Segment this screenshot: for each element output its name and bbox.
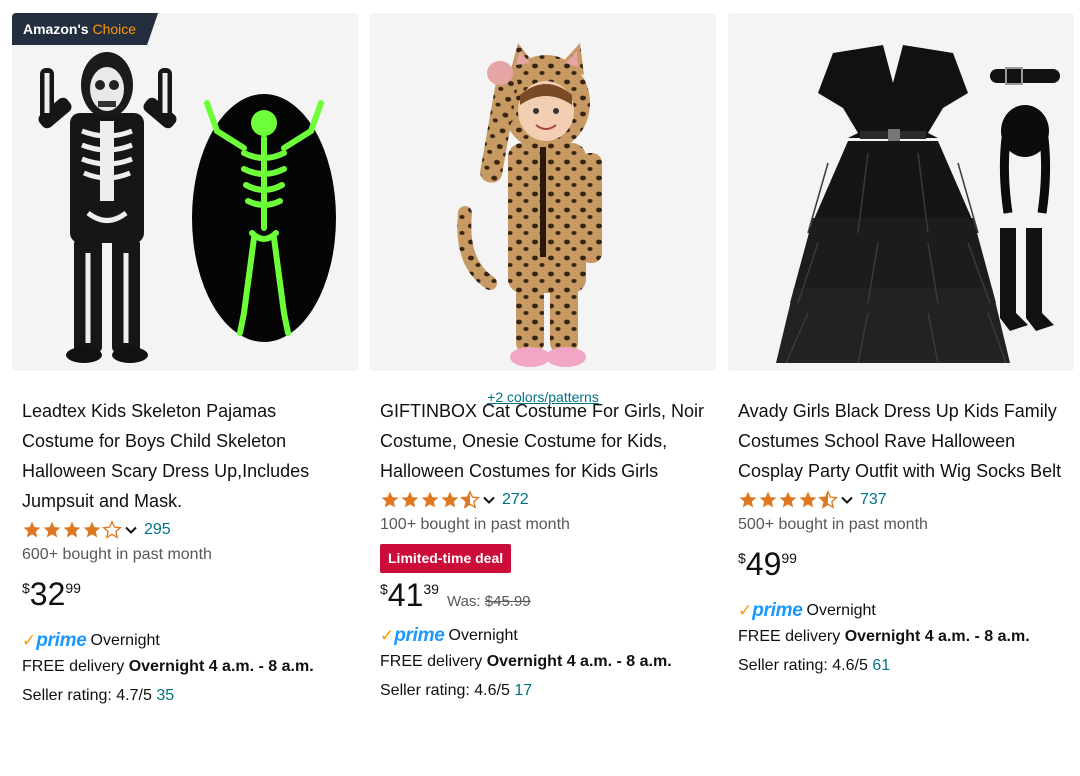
star-half-icon — [818, 490, 838, 509]
prime-check-icon: ✓ — [738, 601, 753, 620]
seller-rating: Seller rating: 4.6/5 17 — [380, 680, 708, 702]
chevron-down-icon[interactable] — [482, 493, 496, 507]
seller-rating-count[interactable]: 35 — [156, 687, 174, 704]
chevron-down-icon[interactable] — [124, 523, 138, 537]
amazons-choice-badge: Amazon's Choice — [12, 13, 158, 45]
prime-check-icon: ✓ — [22, 631, 37, 650]
star-half-icon — [460, 490, 480, 509]
star-rating[interactable] — [380, 490, 480, 510]
prime-logo: ✓ prime — [738, 600, 803, 622]
was-value: $45.99 — [484, 593, 531, 610]
star-full-icon — [43, 521, 61, 538]
price[interactable]: $ 41 39 Was: $45.99 — [380, 579, 708, 619]
delivery-window: Overnight 4 a.m. - 8 a.m. — [128, 658, 314, 675]
star-full-icon — [421, 491, 439, 508]
leopard-costume-image — [370, 13, 716, 371]
price-symbol: $ — [380, 581, 388, 597]
star-full-icon — [23, 521, 41, 538]
seller-rating: Seller rating: 4.7/5 35 — [22, 685, 350, 707]
seller-rating-count[interactable]: 61 — [872, 657, 890, 674]
star-rating[interactable] — [22, 520, 122, 540]
delivery-window: Overnight 4 a.m. - 8 a.m. — [486, 653, 672, 670]
price-whole: 49 — [745, 546, 782, 582]
star-full-icon — [441, 491, 459, 508]
prime-wordmark: prime — [752, 600, 803, 621]
product-title[interactable]: Leadtex Kids Skeleton Pajamas Costume fo… — [22, 396, 350, 516]
star-full-icon — [401, 491, 419, 508]
black-dress-costume-image — [728, 13, 1074, 371]
bought-in-past-month: 100+ bought in past month — [380, 516, 570, 533]
prime-speed: Overnight — [90, 632, 160, 649]
product-title[interactable]: Avady Girls Black Dress Up Kids Family C… — [738, 396, 1066, 486]
chevron-down-icon[interactable] — [840, 493, 854, 507]
seller-rating: Seller rating: 4.6/5 61 — [738, 655, 1066, 677]
delivery-info: FREE delivery Overnight 4 a.m. - 8 a.m. — [738, 626, 1066, 648]
product-card: +2 colors/patterns GIFTINBOX Cat Costume… — [370, 13, 716, 776]
rating-count-link[interactable]: 272 — [502, 491, 529, 509]
rating-row[interactable]: 272 — [380, 488, 708, 512]
star-full-icon — [381, 491, 399, 508]
seller-rating-label: Seller rating: 4.7/5 — [22, 687, 152, 704]
star-full-icon — [83, 521, 101, 538]
delivery-info: FREE delivery Overnight 4 a.m. - 8 a.m. — [380, 651, 708, 673]
seller-rating-label: Seller rating: 4.6/5 — [380, 682, 510, 699]
price-fraction: 39 — [423, 581, 439, 597]
price-symbol: $ — [22, 580, 30, 596]
delivery-prefix: FREE delivery — [22, 658, 125, 675]
bought-in-past-month: 500+ bought in past month — [738, 516, 928, 533]
list-price: Was: $45.99 — [447, 593, 531, 610]
prime-logo: ✓ prime — [22, 630, 87, 652]
product-image[interactable] — [370, 13, 716, 371]
limited-time-deal-badge: Limited-time deal — [380, 544, 512, 573]
seller-rating-label: Seller rating: 4.6/5 — [738, 657, 868, 674]
price-fraction: 99 — [65, 580, 81, 596]
prime-speed: Overnight — [806, 602, 876, 619]
seller-rating-count[interactable]: 17 — [514, 682, 532, 699]
star-full-icon — [759, 491, 777, 508]
delivery-prefix: FREE delivery — [738, 628, 841, 645]
price-whole: 32 — [29, 576, 66, 612]
prime-logo: ✓ prime — [380, 625, 445, 647]
bought-in-past-month: 600+ bought in past month — [22, 546, 212, 563]
star-full-icon — [63, 521, 81, 538]
prime-row: ✓ prime Overnight — [738, 600, 1066, 622]
star-full-icon — [739, 491, 757, 508]
delivery-window: Overnight 4 a.m. - 8 a.m. — [844, 628, 1030, 645]
prime-row: ✓ prime Overnight — [22, 630, 350, 652]
price-symbol: $ — [738, 550, 746, 566]
delivery-prefix: FREE delivery — [380, 653, 483, 670]
skeleton-costume-image — [12, 13, 358, 371]
product-image[interactable]: Amazon's Choice — [12, 13, 358, 371]
product-image[interactable] — [728, 13, 1074, 371]
delivery-info: FREE delivery Overnight 4 a.m. - 8 a.m. — [22, 656, 350, 678]
price-whole: 41 — [387, 577, 424, 613]
price[interactable]: $ 32 99 — [22, 578, 350, 618]
prime-wordmark: prime — [394, 625, 445, 646]
was-label: Was: — [446, 593, 481, 610]
badge-choice: Choice — [92, 21, 137, 37]
rating-row[interactable]: 295 — [22, 518, 350, 542]
product-title[interactable]: GIFTINBOX Cat Costume For Girls, Noir Co… — [380, 396, 708, 486]
star-full-icon — [799, 491, 817, 508]
prime-row: ✓ prime Overnight — [380, 625, 708, 647]
star-rating[interactable] — [738, 490, 838, 510]
price-fraction: 99 — [781, 550, 797, 566]
prime-wordmark: prime — [36, 630, 87, 651]
rating-count-link[interactable]: 737 — [860, 491, 887, 509]
star-empty-icon — [102, 520, 122, 539]
prime-check-icon: ✓ — [380, 626, 395, 645]
prime-speed: Overnight — [448, 627, 518, 644]
rating-row[interactable]: 737 — [738, 488, 1066, 512]
price[interactable]: $ 49 99 — [738, 548, 1066, 588]
product-card: Avady Girls Black Dress Up Kids Family C… — [728, 13, 1074, 776]
rating-count-link[interactable]: 295 — [144, 521, 171, 539]
badge-prefix: Amazon's — [23, 21, 89, 37]
star-full-icon — [779, 491, 797, 508]
product-card: Amazon's Choice Leadtex Kids Skeleton Pa… — [12, 13, 358, 776]
